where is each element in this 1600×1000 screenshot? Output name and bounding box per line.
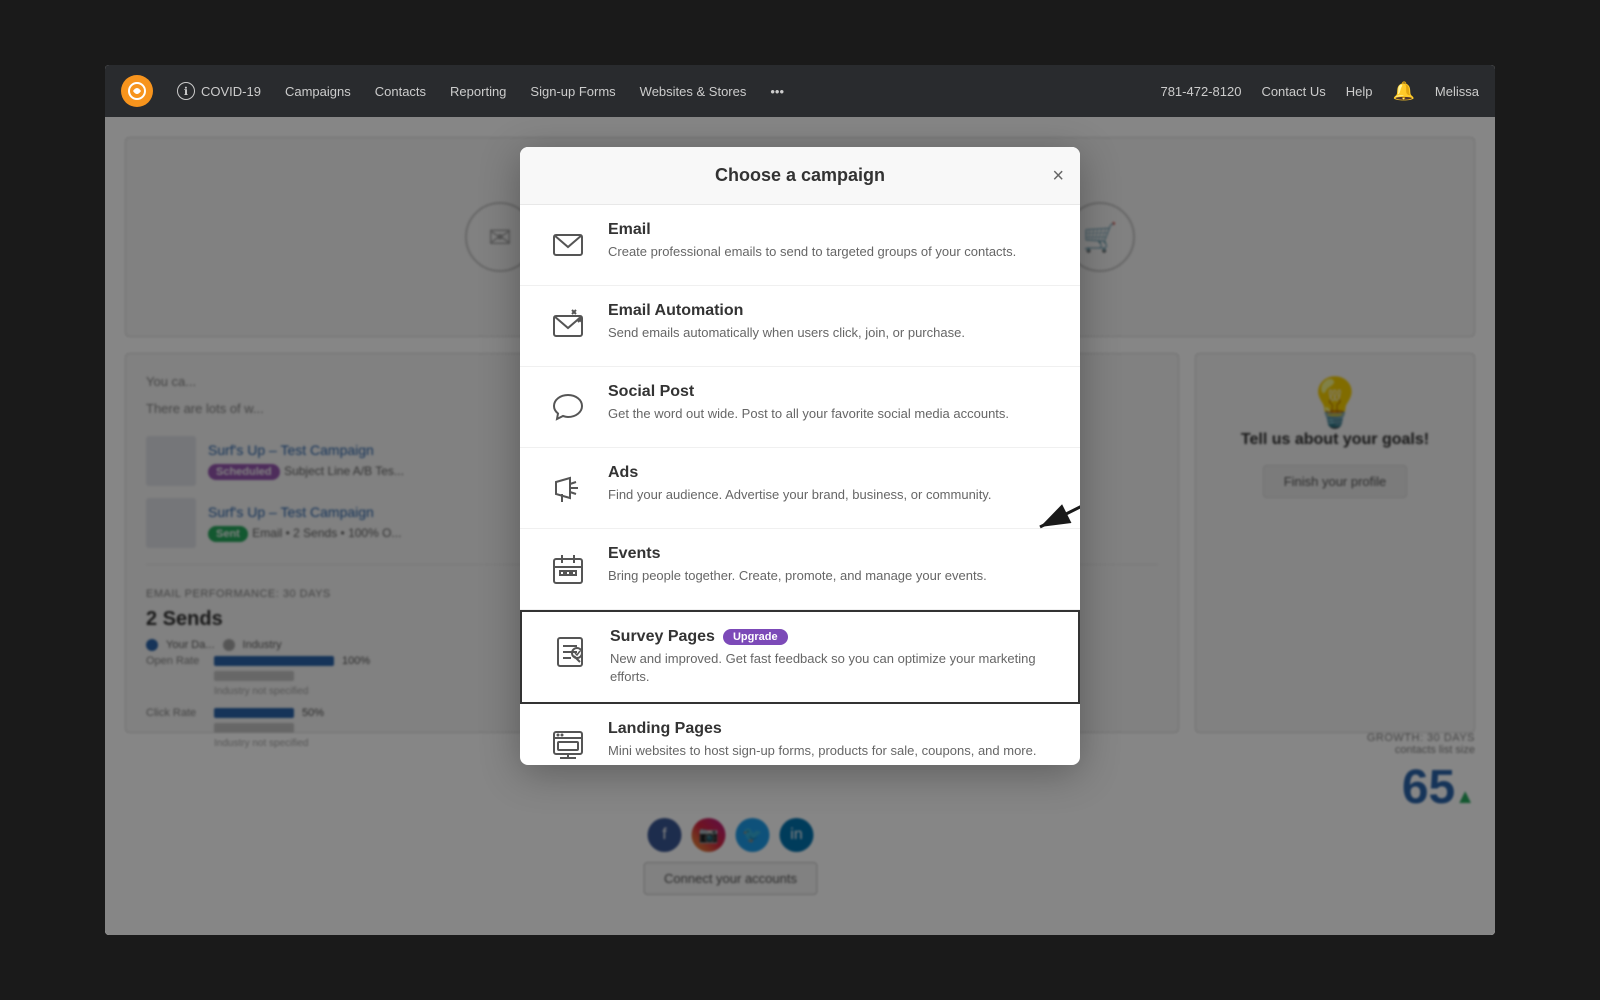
modal-title: Choose a campaign (715, 165, 885, 185)
social-post-desc: Get the word out wide. Post to all your … (608, 405, 1056, 423)
modal-header: Choose a campaign × (520, 147, 1080, 205)
ads-desc: Find your audience. Advertise your brand… (608, 486, 1056, 504)
nav-right: 781-472-8120 Contact Us Help 🔔 Melissa (1160, 81, 1479, 102)
email-option-icon (544, 221, 592, 269)
landing-pages-title: Landing Pages (608, 720, 722, 738)
option-landing-pages[interactable]: Landing Pages Mini websites to host sign… (520, 704, 1080, 765)
option-social-post[interactable]: Social Post Get the word out wide. Post … (520, 367, 1080, 448)
email-option-desc: Create professional emails to send to ta… (608, 243, 1056, 261)
modal-overlay[interactable]: Choose a campaign × (105, 117, 1495, 935)
ads-icon (544, 464, 592, 512)
landing-pages-content: Landing Pages Mini websites to host sign… (608, 720, 1056, 760)
option-events[interactable]: Events Bring people together. Create, pr… (520, 529, 1080, 610)
campaign-modal: Choose a campaign × (520, 147, 1080, 765)
navbar: ℹ COVID-19 Campaigns Contacts Reporting … (105, 65, 1495, 117)
nav-help[interactable]: Help (1346, 84, 1373, 99)
option-survey-pages[interactable]: Survey Pages Upgrade New and improved. G… (520, 610, 1080, 704)
nav-phone: 781-472-8120 (1160, 84, 1241, 99)
option-email[interactable]: Email Create professional emails to send… (520, 205, 1080, 286)
nav-contact-us[interactable]: Contact Us (1261, 84, 1325, 99)
email-automation-title: Email Automation (608, 302, 743, 320)
events-content: Events Bring people together. Create, pr… (608, 545, 1056, 585)
email-automation-content: Email Automation Send emails automatical… (608, 302, 1056, 342)
survey-pages-title: Survey Pages (610, 628, 715, 646)
events-icon (544, 545, 592, 593)
covid-info-icon: ℹ (177, 82, 195, 100)
main-content: ✉ ⚡ 📢 📅 👤 🖥 🛒 You ca... There are lots o… (105, 117, 1495, 935)
nav-user[interactable]: Melissa (1435, 84, 1479, 99)
ads-content: Ads Find your audience. Advertise your b… (608, 464, 1056, 504)
nav-campaigns[interactable]: Campaigns (285, 84, 351, 99)
nav-websites-stores[interactable]: Websites & Stores (640, 84, 747, 99)
option-ads[interactable]: Ads Find your audience. Advertise your b… (520, 448, 1080, 529)
upgrade-badge: Upgrade (723, 629, 788, 645)
email-option-content: Email Create professional emails to send… (608, 221, 1056, 261)
option-email-automation[interactable]: Email Automation Send emails automatical… (520, 286, 1080, 367)
survey-pages-desc: New and improved. Get fast feedback so y… (610, 650, 1054, 686)
landing-pages-desc: Mini websites to host sign-up forms, pro… (608, 742, 1056, 760)
events-desc: Bring people together. Create, promote, … (608, 567, 1056, 585)
survey-pages-content: Survey Pages Upgrade New and improved. G… (610, 628, 1054, 686)
email-automation-desc: Send emails automatically when users cli… (608, 324, 1056, 342)
nav-reporting[interactable]: Reporting (450, 84, 506, 99)
nav-contacts[interactable]: Contacts (375, 84, 426, 99)
email-automation-icon (544, 302, 592, 350)
ads-title: Ads (608, 464, 638, 482)
logo[interactable] (121, 75, 153, 107)
social-post-content: Social Post Get the word out wide. Post … (608, 383, 1056, 423)
covid-nav-item[interactable]: ℹ COVID-19 (177, 82, 261, 100)
social-post-title: Social Post (608, 383, 694, 401)
social-post-icon (544, 383, 592, 431)
covid-label: COVID-19 (201, 84, 261, 99)
events-title: Events (608, 545, 660, 563)
nav-more[interactable]: ••• (770, 84, 784, 99)
modal-body: Email Create professional emails to send… (520, 205, 1080, 765)
nav-bell-icon[interactable]: 🔔 (1393, 81, 1415, 102)
modal-close-button[interactable]: × (1052, 166, 1064, 186)
email-option-title: Email (608, 221, 651, 239)
survey-pages-icon (546, 628, 594, 676)
landing-pages-icon (544, 720, 592, 765)
nav-signup-forms[interactable]: Sign-up Forms (530, 84, 615, 99)
